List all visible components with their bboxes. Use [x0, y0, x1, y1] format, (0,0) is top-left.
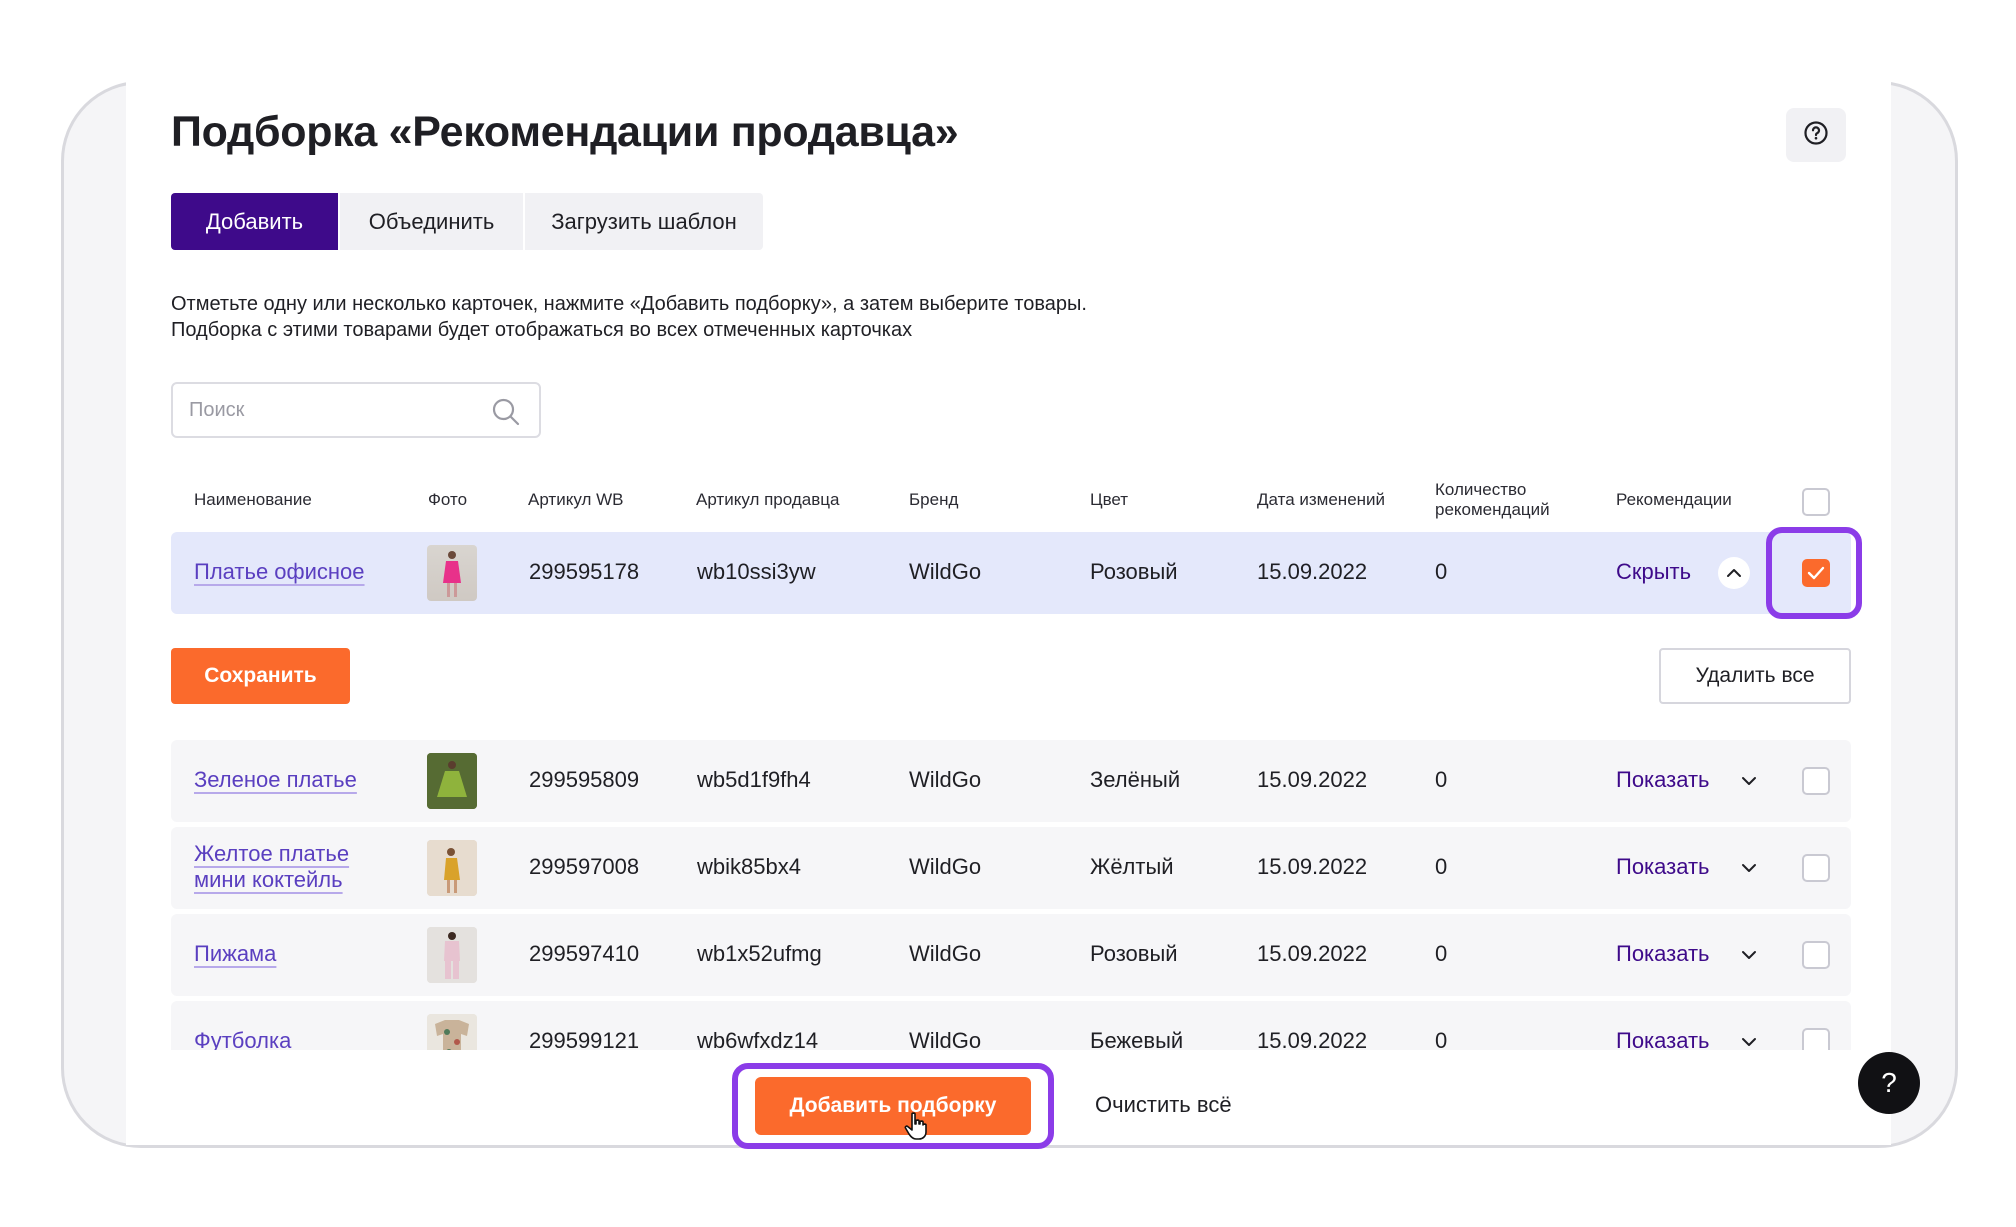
select-all-checkbox[interactable]	[1802, 488, 1830, 516]
col-article-seller: Артикул продавца	[696, 490, 840, 509]
col-date: Дата изменений	[1257, 490, 1386, 509]
question-circle-icon	[1803, 120, 1829, 151]
chevron-down-icon[interactable]	[1733, 852, 1765, 884]
chevron-up-icon[interactable]	[1718, 557, 1750, 589]
tab-upload-template[interactable]: Загрузить шаблон	[525, 193, 763, 250]
tab-add[interactable]: Добавить	[171, 193, 340, 250]
date: 15.09.2022	[1257, 767, 1368, 792]
clear-all-link[interactable]: Очистить всё	[1095, 1092, 1232, 1118]
row-checkbox[interactable]	[1802, 767, 1830, 795]
product-photo	[427, 545, 477, 601]
date: 15.09.2022	[1257, 854, 1368, 879]
show-recommendations-link[interactable]: Показать	[1616, 854, 1710, 880]
checkbox-highlight	[1766, 527, 1862, 619]
hand-pointer-icon	[904, 1112, 928, 1145]
table-row: Футболка 299599121 wb6wfxdz14 WildGo Беж…	[171, 1001, 1851, 1050]
product-list: Зеленое платье 299595809 wb5d1f9fh4 Wild…	[0, 740, 2016, 1050]
product-photo	[427, 840, 477, 896]
product-photo	[427, 927, 477, 983]
rec-count: 0	[1435, 559, 1448, 584]
article-wb: 299597008	[529, 854, 640, 879]
col-color: Цвет	[1090, 490, 1129, 509]
col-article-wb: Артикул WB	[528, 490, 624, 509]
chevron-down-icon[interactable]	[1733, 939, 1765, 971]
color: Зелёный	[1090, 767, 1181, 792]
search-input[interactable]	[189, 398, 479, 422]
article-seller: wb10ssi3yw	[697, 559, 816, 584]
brand: WildGo	[909, 559, 982, 584]
chevron-down-icon[interactable]	[1733, 765, 1765, 797]
rec-count: 0	[1435, 767, 1448, 792]
article-seller: wb5d1f9fh4	[697, 767, 811, 792]
article-wb: 299597410	[529, 941, 640, 966]
col-name: Наименование	[194, 490, 312, 509]
page-title: Подборка «Рекомендации продавца»	[171, 108, 959, 156]
col-photo: Фото	[428, 490, 468, 509]
col-rec-count: Количество рекомендаций	[1435, 480, 1550, 519]
col-brand: Бренд	[909, 490, 959, 509]
delete-all-button[interactable]: Удалить все	[1659, 648, 1851, 704]
product-name-link[interactable]: Футболка	[194, 1028, 291, 1050]
save-button[interactable]: Сохранить	[171, 648, 350, 704]
article-wb: 299599121	[529, 1028, 640, 1050]
article-wb: 299595178	[529, 559, 640, 584]
table-row: Пижама 299597410 wb1x52ufmg WildGo Розов…	[171, 914, 1851, 996]
brand: WildGo	[909, 1028, 982, 1050]
floating-help-button[interactable]: ?	[1858, 1052, 1920, 1114]
row-checkbox[interactable]	[1802, 1028, 1830, 1050]
product-name-link[interactable]: Желтое платье мини коктейль	[194, 841, 394, 893]
tab-merge[interactable]: Объединить	[340, 193, 525, 250]
product-name-link[interactable]: Платье офисное	[194, 559, 365, 585]
add-collection-button[interactable]: Добавить подборку	[755, 1077, 1031, 1135]
col-recommendations: Рекомендации	[1616, 490, 1732, 509]
brand: WildGo	[909, 854, 982, 879]
rec-count: 0	[1435, 941, 1448, 966]
date: 15.09.2022	[1257, 941, 1368, 966]
product-photo	[427, 753, 477, 809]
article-seller: wbik85bx4	[697, 854, 801, 879]
table-header: Наименование Фото Артикул WB Артикул про…	[0, 470, 2016, 530]
show-recommendations-link[interactable]: Показать	[1616, 1028, 1710, 1050]
table-row-selected: Платье офисное 299595178 wb10ssi3yw Wild…	[171, 532, 1851, 614]
color: Бежевый	[1090, 1028, 1184, 1050]
rec-count: 0	[1435, 1028, 1448, 1050]
brand: WildGo	[909, 767, 982, 792]
date: 15.09.2022	[1257, 559, 1368, 584]
color: Розовый	[1090, 941, 1178, 966]
date: 15.09.2022	[1257, 1028, 1368, 1050]
brand: WildGo	[909, 941, 982, 966]
table-row: Зеленое платье 299595809 wb5d1f9fh4 Wild…	[171, 740, 1851, 822]
show-recommendations-link[interactable]: Показать	[1616, 767, 1710, 793]
article-wb: 299595809	[529, 767, 640, 792]
chevron-down-icon[interactable]	[1733, 1026, 1765, 1050]
help-button[interactable]	[1786, 108, 1846, 162]
color: Розовый	[1090, 559, 1178, 584]
show-recommendations-link[interactable]: Показать	[1616, 941, 1710, 967]
article-seller: wb1x52ufmg	[697, 941, 822, 966]
tabs: Добавить Объединить Загрузить шаблон	[171, 193, 763, 250]
product-name-link[interactable]: Зеленое платье	[194, 767, 357, 793]
product-name-link[interactable]: Пижама	[194, 941, 276, 967]
row-checkbox[interactable]	[1802, 941, 1830, 969]
description: Отметьте одну или несколько карточек, на…	[171, 293, 1087, 341]
product-photo	[427, 1014, 477, 1050]
magnifier-icon[interactable]	[491, 397, 521, 432]
hide-recommendations-link[interactable]: Скрыть	[1616, 559, 1691, 585]
color: Жёлтый	[1090, 854, 1174, 879]
row-checkbox[interactable]	[1802, 854, 1830, 882]
table-row: Желтое платье мини коктейль 299597008 wb…	[171, 827, 1851, 909]
search-box	[171, 382, 541, 438]
article-seller: wb6wfxdz14	[697, 1028, 819, 1050]
rec-count: 0	[1435, 854, 1448, 879]
